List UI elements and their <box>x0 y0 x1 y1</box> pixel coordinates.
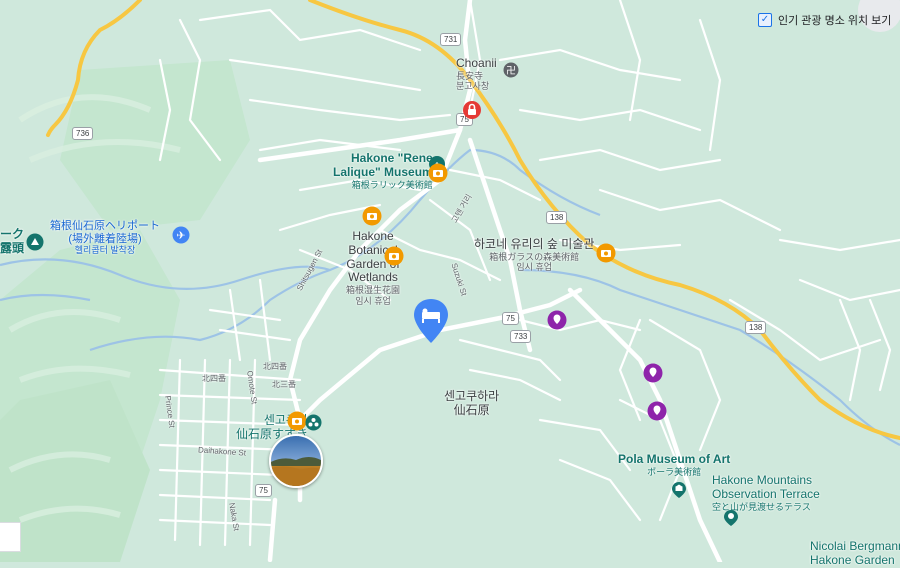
purple-place-icon[interactable] <box>647 401 667 421</box>
park-icon[interactable] <box>723 509 739 527</box>
museum-icon[interactable] <box>671 481 687 499</box>
route-shield: 138 <box>546 211 568 224</box>
popular-places-toggle[interactable]: ✓ 인기 관광 명소 위치 보기 <box>758 10 891 30</box>
place-sub: 箱根ガラスの森美術館 <box>489 251 580 262</box>
area-sengokuhara: 센고쿠하라 仙石原 <box>444 389 500 418</box>
svg-text:卍: 卍 <box>506 65 516 77</box>
place-choanii[interactable]: Choanii 長安寺 분고사창 <box>456 56 497 92</box>
park-icon[interactable] <box>305 414 322 431</box>
place-sub: 箱根湿生花園 <box>346 285 401 296</box>
purple-place-icon[interactable] <box>547 310 567 330</box>
map-control-stub[interactable] <box>0 522 21 552</box>
place-sub: 箱根ラリック美術館 <box>351 179 433 190</box>
purple-place-icon[interactable] <box>643 363 663 383</box>
route-shield: 731 <box>440 33 462 46</box>
route-shield: 75 <box>502 312 519 325</box>
place-heliport[interactable]: 箱根仙石原ヘリポート (場外離着陸場) 헬리콥터 발착장 <box>50 220 160 256</box>
place-sub: 분고사창 <box>456 81 490 92</box>
route-shield: 138 <box>745 321 767 334</box>
place-photo-thumbnail[interactable] <box>269 434 323 488</box>
place-name: Wetlands <box>348 270 398 285</box>
place-botanical[interactable]: Hakone Botanical Garden of Wetlands 箱根湿生… <box>346 229 401 306</box>
place-name: Choanii <box>456 56 497 70</box>
place-name: (場外離着陸場) <box>68 232 142 245</box>
viewpoint-icon[interactable] <box>26 233 44 251</box>
place-sub: 長安寺 <box>456 70 484 81</box>
svg-text:✈: ✈ <box>176 229 185 242</box>
photo-image <box>271 436 321 486</box>
checkbox-icon[interactable]: ✓ <box>758 13 772 27</box>
place-sub: 헬리콥터 발착장 <box>74 245 136 256</box>
street-label: 北四番 <box>263 362 287 371</box>
area-name: 센고쿠하라 <box>444 389 500 403</box>
toggle-label: 인기 관광 명소 위치 보기 <box>778 15 892 27</box>
street-label: 北三番 <box>272 380 296 389</box>
place-name: Hakone Garden <box>810 552 895 567</box>
place-name: 하코네 유리의 숲 미술관 <box>474 237 595 251</box>
place-name: Hakone "Rene <box>350 151 433 165</box>
place-name: Pola Museum of Art <box>618 452 731 466</box>
temple-icon[interactable]: 卍 <box>503 62 519 78</box>
place-name: 箱根仙石原ヘリポート <box>50 220 160 232</box>
place-sub: 임시 휴업 <box>355 295 391 306</box>
place-glass-museum[interactable]: 하코네 유리의 숲 미술관 箱根ガラスの森美術館 임시 휴업 <box>474 237 595 273</box>
lock-icon[interactable] <box>462 100 482 120</box>
place-name: Nicolai Bergmann <box>810 539 900 553</box>
place-observation-terrace[interactable]: Hakone Mountains Observation Terrace 空と山… <box>712 473 820 512</box>
place-name: Hakone <box>352 229 394 243</box>
area-name: 仙石原 <box>453 402 490 417</box>
place-name: Hakone Mountains <box>712 473 813 487</box>
museum-icon[interactable] <box>362 206 382 226</box>
museum-icon[interactable] <box>384 246 404 266</box>
place-nicolai-bergmann[interactable]: Nicolai Bergmann Hakone Garden <box>810 539 900 568</box>
route-shield: 736 <box>72 127 94 140</box>
heliport-icon[interactable]: ✈ <box>172 226 190 244</box>
route-shield: 75 <box>255 484 272 497</box>
street-label: 北四番 <box>202 374 226 383</box>
place-name: Observation Terrace <box>712 486 820 501</box>
place-name: 露頭 <box>0 240 25 255</box>
route-shield: 733 <box>510 330 532 343</box>
place-lalique[interactable]: Hakone "Rene Lalique" Museum 箱根ラリック美術館 <box>333 151 433 190</box>
place-name: ーク <box>0 227 25 241</box>
museum-icon[interactable] <box>428 163 448 183</box>
place-sub: 임시 휴업 <box>516 262 553 273</box>
place-left-edge[interactable]: ーク 露頭 <box>0 227 25 256</box>
museum-icon[interactable] <box>287 411 307 431</box>
place-name: Lalique" Museum <box>333 164 433 179</box>
museum-icon[interactable] <box>596 243 616 263</box>
hotel-icon[interactable] <box>413 298 449 344</box>
